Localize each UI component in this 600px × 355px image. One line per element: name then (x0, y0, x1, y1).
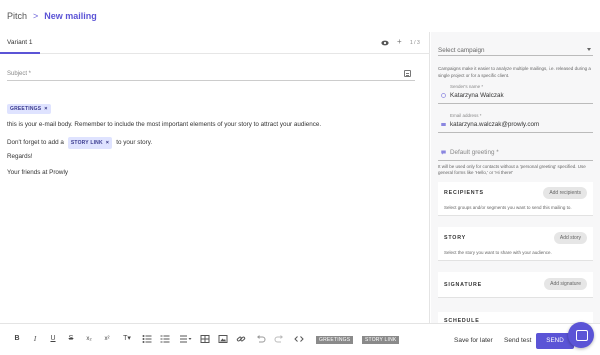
sender-name-label: Sender's name * (450, 84, 484, 89)
greeting-help-text: It will be used only for contacts withou… (438, 164, 586, 175)
insert-story-link-button[interactable]: STORY LINK (362, 336, 400, 344)
add-variant-button[interactable]: + (397, 37, 402, 46)
recipients-card: RECIPIENTS Add recipients Select groups … (438, 182, 593, 216)
subject-placeholder: Subject * (7, 71, 32, 77)
chevron-down-icon (587, 48, 591, 51)
eye-icon[interactable] (381, 39, 389, 47)
bold-button[interactable]: B (12, 334, 22, 344)
recipients-help-text: Select groups and/or segments you want t… (444, 205, 572, 210)
image-icon[interactable] (218, 334, 228, 344)
breadcrumb-separator: > (33, 11, 39, 21)
personalize-icon[interactable] (404, 70, 411, 77)
story-link-chip[interactable]: STORY LINK × (67, 137, 113, 149)
editor-toolbar: B I U S x₂ x² T▾ GREETINGS STORY LINK Sa… (0, 323, 600, 355)
signature-card: SIGNATURE Add signature (438, 272, 593, 298)
underline-button[interactable]: U (48, 334, 58, 344)
undo-icon[interactable] (256, 334, 266, 344)
app: Pitch > New mailing Variant 1 + 1 / 3 Su… (0, 0, 600, 355)
variant-tabbar: Variant 1 + 1 / 3 (0, 32, 430, 54)
breadcrumb: Pitch > New mailing (0, 0, 600, 32)
greetings-chip-label: GREETINGS (10, 106, 42, 112)
text-style-dropdown[interactable]: T▾ (120, 334, 134, 344)
save-for-later-button[interactable]: Save for later (454, 337, 493, 344)
italic-button[interactable]: I (30, 334, 40, 344)
email-label: Email address * (450, 113, 482, 118)
bullet-list-icon[interactable] (142, 334, 152, 344)
chat-support-icon[interactable] (568, 322, 594, 348)
add-story-button[interactable]: Add story (553, 232, 587, 244)
close-icon[interactable]: × (44, 106, 47, 112)
send-test-button[interactable]: Send test (504, 337, 531, 344)
close-icon[interactable]: × (106, 139, 109, 147)
settings-sidebar: Select campaign Campaigns make it easier… (431, 32, 600, 324)
align-dropdown-icon[interactable] (180, 334, 192, 344)
body-line-2: Don't forget to add a STORY LINK × to yo… (7, 137, 152, 149)
variant-count: 1 / 3 (410, 40, 420, 46)
greetings-chip[interactable]: GREETINGS × (7, 104, 51, 114)
user-icon (441, 93, 446, 98)
subscript-button[interactable]: x₂ (84, 334, 94, 344)
strikethrough-button[interactable]: S (66, 334, 76, 344)
body-line-4: Your friends at Prowly (7, 169, 69, 176)
table-icon[interactable] (200, 334, 210, 344)
superscript-button[interactable]: x² (102, 334, 112, 344)
tab-variant-1[interactable]: Variant 1 (0, 32, 40, 54)
campaign-help-text: Campaigns make it easier to analyze mult… (438, 66, 591, 78)
redo-icon[interactable] (274, 334, 284, 344)
recipients-title: RECIPIENTS (444, 190, 484, 196)
link-icon[interactable] (236, 334, 246, 344)
breadcrumb-pitch[interactable]: Pitch (7, 11, 27, 21)
body-line-3: Regards! (7, 153, 33, 160)
body-line-2-after: to your story. (116, 139, 153, 146)
subject-input[interactable]: Subject * (7, 69, 415, 81)
default-greeting-field[interactable]: Default greeting * (438, 144, 593, 161)
story-title: STORY (444, 235, 466, 241)
sender-name-field[interactable]: Sender's name * Katarzyna Walczak (438, 84, 593, 104)
body-line-1: this is your e-mail body. Remember to in… (7, 121, 322, 128)
code-icon[interactable] (294, 334, 304, 344)
story-card: STORY Add story Select the story you wan… (438, 227, 593, 261)
default-greeting-placeholder: Default greeting * (450, 149, 499, 156)
email-value: katarzyna.walczak@prowly.com (450, 121, 540, 128)
chat-icon (441, 150, 446, 155)
add-recipients-button[interactable]: Add recipients (543, 187, 587, 199)
campaign-select[interactable]: Select campaign (438, 44, 593, 56)
story-help-text: Select the story you want to share with … (444, 250, 552, 255)
campaign-select-label: Select campaign (438, 47, 485, 54)
email-field[interactable]: Email address * katarzyna.walczak@prowly… (438, 113, 593, 133)
body-line-2-before: Don't forget to add a (7, 139, 64, 146)
schedule-card: SCHEDULE (438, 312, 593, 324)
page-title: New mailing (44, 11, 97, 21)
story-link-chip-label: STORY LINK (70, 140, 103, 146)
numbered-list-icon[interactable] (160, 334, 170, 344)
add-signature-button[interactable]: Add signature (544, 278, 587, 290)
mail-icon (441, 123, 446, 126)
signature-title: SIGNATURE (444, 282, 483, 288)
insert-greetings-button[interactable]: GREETINGS (316, 336, 354, 344)
editor-panel: Variant 1 + 1 / 3 Subject * GREETINGS × … (0, 32, 430, 355)
sender-name-value: Katarzyna Walczak (450, 92, 504, 99)
